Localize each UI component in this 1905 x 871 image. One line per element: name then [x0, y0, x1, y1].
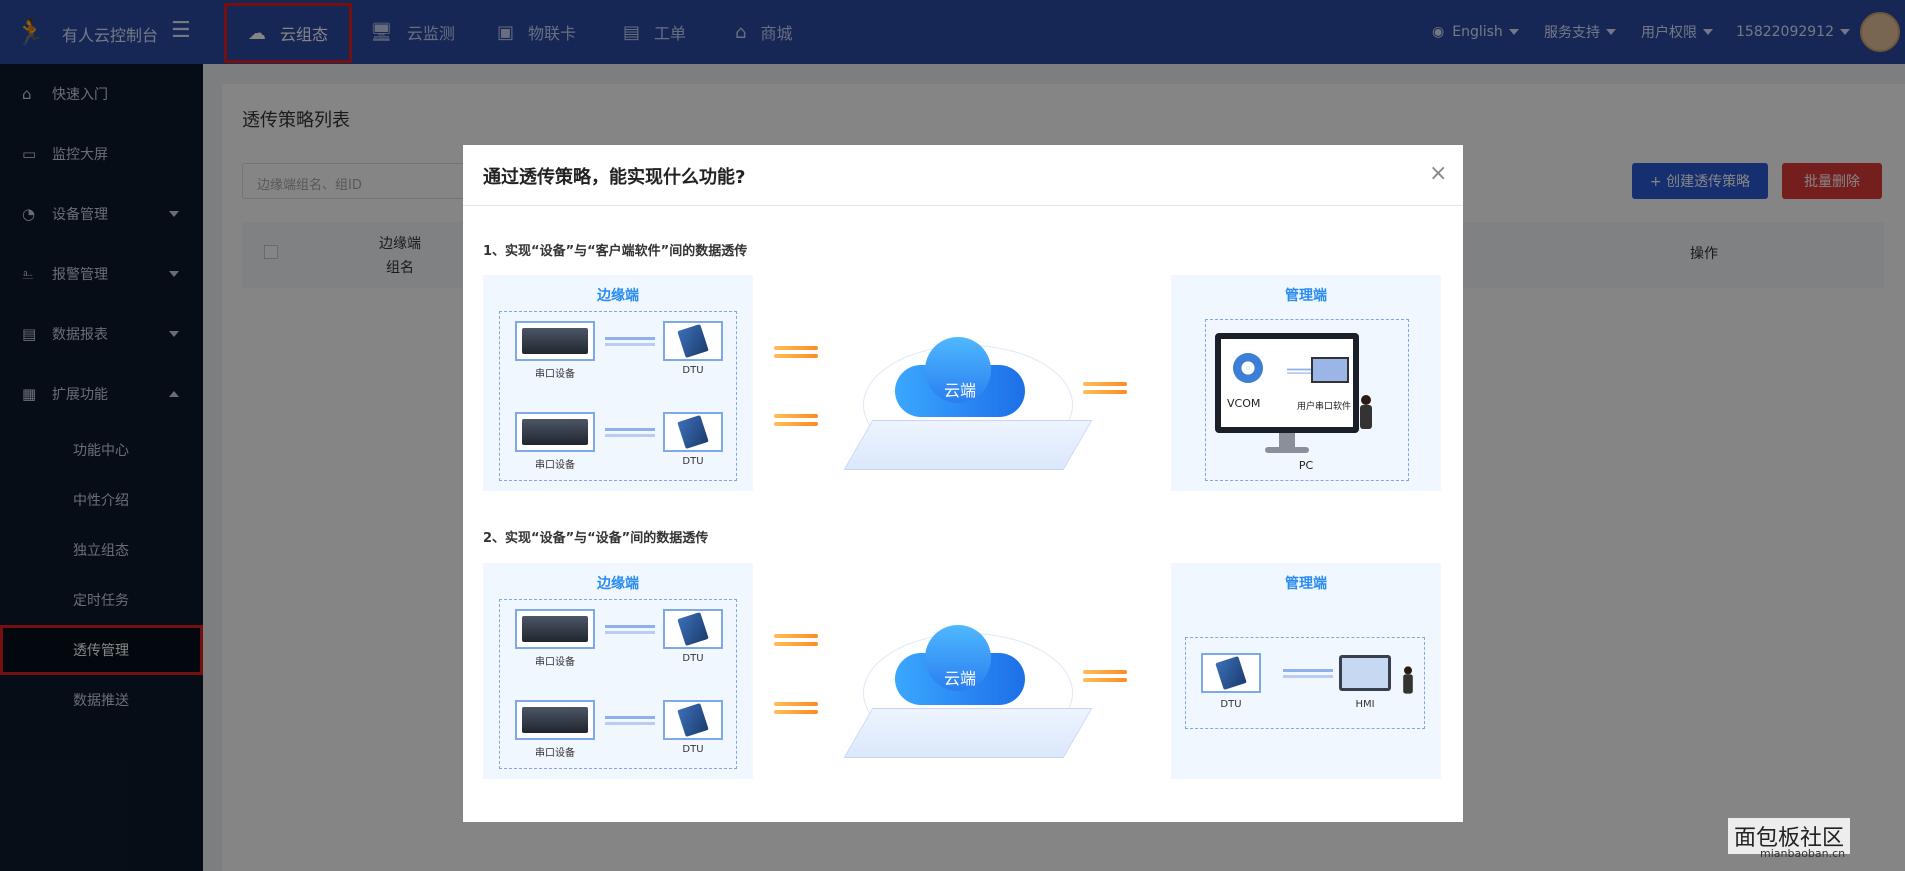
vcom-label: VCOM: [1227, 397, 1261, 410]
serial-device-image: [515, 321, 595, 361]
manage-panel: 管理端 VCOM 用户串口软件 PC: [1171, 275, 1441, 491]
person-icon: [1402, 666, 1413, 694]
dtu-image: [663, 412, 723, 452]
serial-software-label: 用户串口软件: [1297, 402, 1352, 412]
serial-device-image: [515, 412, 595, 452]
info-modal: 通过透传策略，能实现什么功能? × 1、实现“设备”与“客户端软件”间的数据透传…: [463, 145, 1463, 822]
dtu-caption: DTU: [682, 744, 704, 755]
hmi-image: [1339, 655, 1391, 691]
orange-arrows-icon: [1083, 669, 1127, 685]
cloud-label: 云端: [943, 669, 976, 688]
orange-arrows-icon: [1083, 381, 1127, 397]
swap-arrows-icon: [605, 714, 655, 726]
cloud-graphic: 云端: [895, 625, 1025, 705]
orange-arrows-icon: [774, 413, 818, 429]
orange-arrows-icon: [774, 345, 818, 361]
dtu-caption: DTU: [1220, 699, 1242, 710]
dtu-image: [663, 609, 723, 649]
vcom-gear-icon: [1233, 353, 1263, 383]
swap-arrows-icon: [605, 623, 655, 635]
swap-arrows-icon: [1283, 667, 1333, 679]
serial-device-caption: 串口设备: [535, 460, 575, 471]
dtu-image: [663, 700, 723, 740]
edge-panel: 边缘端 串口设备 DTU 串口设备 DTU: [483, 275, 753, 491]
person-icon: [1359, 395, 1373, 429]
watermark-url: mianbaoban.cn: [1760, 847, 1846, 860]
monitor-stand: [1279, 433, 1295, 447]
orange-arrows-icon: [774, 701, 818, 717]
divider: [463, 205, 1463, 206]
section-2-title: 2、实现“设备”与“设备”间的数据透传: [483, 531, 709, 546]
dtu-caption: DTU: [682, 365, 704, 376]
close-icon[interactable]: ×: [1429, 161, 1447, 186]
serial-software-icon: [1311, 357, 1349, 383]
dtu-caption: DTU: [682, 653, 704, 664]
edge-title: 边缘端: [597, 288, 639, 304]
serial-device-caption: 串口设备: [535, 369, 575, 380]
manage-title: 管理端: [1285, 288, 1327, 304]
pc-monitor-image: VCOM 用户串口软件: [1215, 333, 1359, 433]
modal-title: 通过透传策略，能实现什么功能?: [483, 167, 746, 188]
swap-arrows-icon: [605, 335, 655, 347]
dtu-caption: DTU: [682, 456, 704, 467]
cloud-label: 云端: [943, 381, 976, 400]
edge-title: 边缘端: [597, 576, 639, 592]
serial-device-caption: 串口设备: [535, 657, 575, 668]
orange-arrows-icon: [774, 633, 818, 649]
dtu-image: [1201, 653, 1261, 693]
dtu-image: [663, 321, 723, 361]
serial-device-image: [515, 609, 595, 649]
section-1-title: 1、实现“设备”与“客户端软件”间的数据透传: [483, 244, 748, 259]
serial-device-image: [515, 700, 595, 740]
swap-arrows-icon: [605, 426, 655, 438]
serial-device-caption: 串口设备: [535, 748, 575, 759]
hmi-caption: HMI: [1355, 699, 1375, 710]
manage-panel: 管理端 DTU HMI: [1171, 563, 1441, 779]
cloud-platform: [843, 420, 1093, 470]
pc-label: PC: [1298, 459, 1314, 472]
monitor-base: [1265, 447, 1309, 453]
cloud-platform: [843, 708, 1093, 758]
cloud-graphic: 云端: [895, 337, 1025, 417]
edge-panel: 边缘端 串口设备 DTU 串口设备 DTU: [483, 563, 753, 779]
manage-title: 管理端: [1285, 576, 1327, 592]
